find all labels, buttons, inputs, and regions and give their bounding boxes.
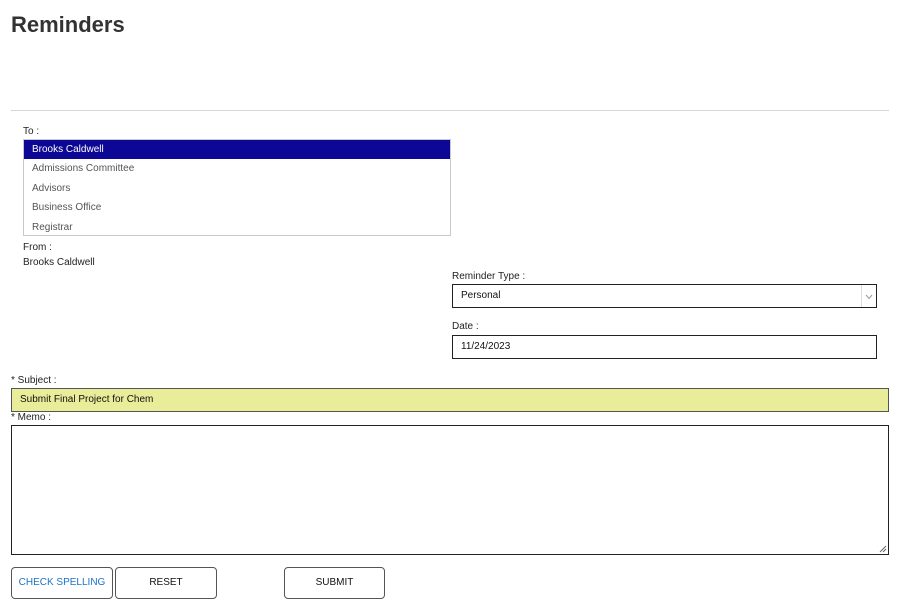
reminder-type-label: Reminder Type : <box>452 271 526 282</box>
page-title: Reminders <box>11 12 125 37</box>
to-recipient-list[interactable]: Brooks Caldwell Admissions Committee Adv… <box>23 139 451 236</box>
chevron-down-icon[interactable] <box>861 285 876 307</box>
resize-grip-icon[interactable] <box>879 545 887 553</box>
to-item-registrar[interactable]: Registrar <box>24 218 450 237</box>
check-spelling-button[interactable]: CHECK SPELLING <box>11 567 113 599</box>
subject-label: * Subject : <box>11 375 57 386</box>
to-label: To : <box>23 126 40 137</box>
header-divider <box>11 110 889 111</box>
to-item-advisors[interactable]: Advisors <box>24 179 450 198</box>
submit-button[interactable]: SUBMIT <box>284 567 385 599</box>
from-label: From : <box>23 242 52 253</box>
from-value: Brooks Caldwell <box>23 257 95 268</box>
subject-input[interactable]: Submit Final Project for Chem <box>11 388 889 412</box>
memo-textarea[interactable] <box>11 425 889 555</box>
date-input[interactable]: 11/24/2023 <box>452 335 877 359</box>
memo-label: * Memo : <box>11 412 52 423</box>
reminder-type-value: Personal <box>461 290 501 301</box>
to-item-brooks-caldwell[interactable]: Brooks Caldwell <box>24 140 450 160</box>
reset-button[interactable]: RESET <box>115 567 217 599</box>
to-item-business-office[interactable]: Business Office <box>24 198 450 217</box>
reminder-type-select[interactable]: Personal <box>452 284 877 308</box>
to-item-admissions-committee[interactable]: Admissions Committee <box>24 159 450 178</box>
date-label: Date : <box>452 321 479 332</box>
